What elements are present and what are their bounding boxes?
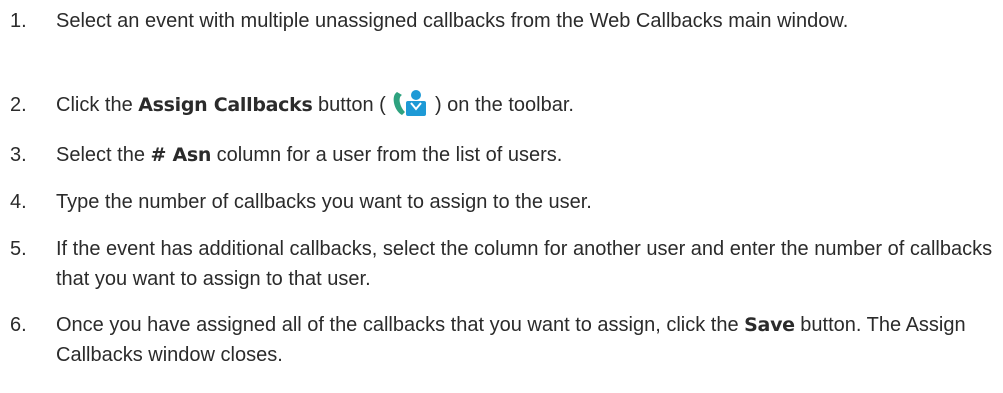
step-text: Click the Assign Callbacks button ( ) on… <box>56 88 1003 120</box>
step-text-segment: Select the <box>56 144 151 166</box>
step-text: Select the # Asn column for a user from … <box>56 140 1003 170</box>
step-number: 4. <box>10 191 27 213</box>
step-text-segment: column for a user from the list of users… <box>211 144 563 166</box>
step-1: 1. Select an event with multiple unassig… <box>0 6 1003 36</box>
step-text: Type the number of callbacks you want to… <box>56 191 592 213</box>
step-text: Once you have assigned all of the callba… <box>56 310 1003 370</box>
step-text-segment: Once you have assigned all of the callba… <box>56 314 745 336</box>
step-2: 2. Click the Assign Callbacks button ( )… <box>0 88 1003 120</box>
step-number: 5. <box>10 238 27 260</box>
step-text-segment: button ( <box>312 94 392 116</box>
step-text-segment: Click the <box>56 94 139 116</box>
step-number: 6. <box>10 314 27 336</box>
step-number: 2. <box>10 94 27 116</box>
step-number: 1. <box>10 10 27 32</box>
step-text: If the event has additional callbacks, s… <box>56 238 993 290</box>
save-label: Save <box>744 314 795 336</box>
assign-callbacks-icon <box>392 88 428 118</box>
step-6: 6. Once you have assigned all of the cal… <box>0 310 1003 370</box>
step-5: 5. If the event has additional callbacks… <box>0 234 1003 294</box>
step-text: Select an event with multiple unassigned… <box>56 10 849 32</box>
asn-column-label: # Asn <box>150 144 212 166</box>
assign-callbacks-label: Assign Callbacks <box>138 94 313 116</box>
instruction-steps: 1. Select an event with multiple unassig… <box>0 0 1003 393</box>
step-text-segment: ) on the toolbar. <box>429 94 574 116</box>
step-4: 4. Type the number of callbacks you want… <box>0 187 1003 217</box>
step-number: 3. <box>10 144 27 166</box>
step-3: 3. Select the # Asn column for a user fr… <box>0 140 1003 170</box>
